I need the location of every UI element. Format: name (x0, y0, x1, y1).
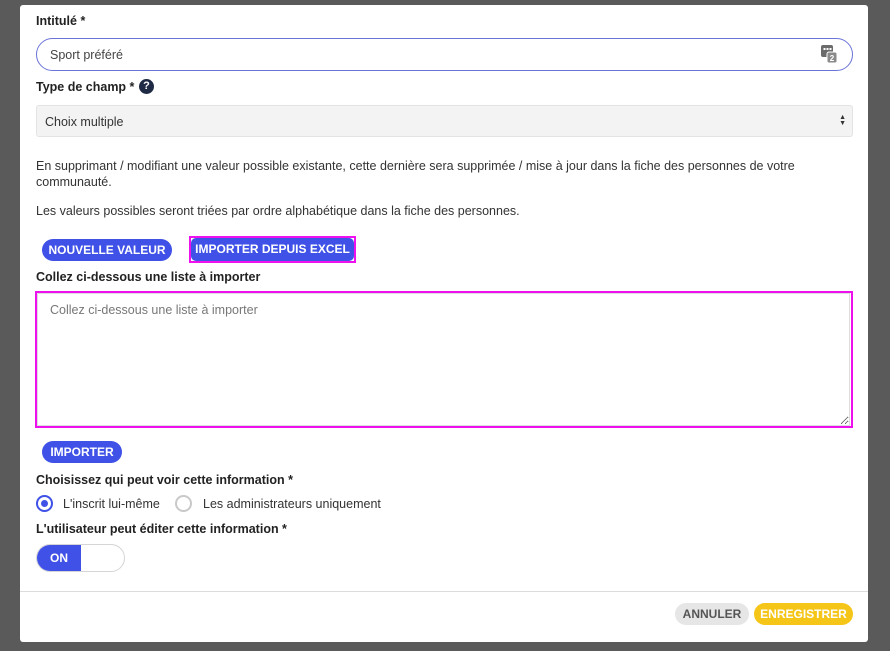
toggle-on-label: ON (37, 545, 81, 571)
radio-self-label[interactable]: L'inscrit lui-même (63, 497, 160, 511)
cancel-button[interactable]: ANNULER (675, 603, 749, 625)
field-type-label: Type de champ * (36, 80, 135, 94)
radio-admins-label[interactable]: Les administrateurs uniquement (203, 497, 381, 511)
footer-divider (20, 591, 868, 592)
import-button[interactable]: IMPORTER (42, 441, 122, 463)
field-type-selected: Choix multiple (45, 115, 124, 129)
visibility-label: Choisissez qui peut voir cette informati… (36, 473, 293, 487)
info-text-2: Les valeurs possibles seront triées par … (36, 204, 520, 218)
save-button[interactable]: ENREGISTRER (754, 603, 853, 625)
import-excel-button[interactable]: IMPORTER DEPUIS EXCEL (191, 238, 354, 261)
help-icon[interactable]: ? (139, 79, 154, 94)
new-value-button[interactable]: NOUVELLE VALEUR (42, 239, 172, 261)
radio-admins[interactable] (175, 495, 192, 512)
paste-list-label: Collez ci-dessous une liste à importer (36, 270, 261, 284)
info-text-1: En supprimant / modifiant une valeur pos… (36, 159, 795, 189)
edit-field-modal: Intitulé * 2 Type de champ * ? Choix mul… (20, 5, 868, 642)
select-arrows-icon: ▲ ▼ (839, 114, 846, 127)
editable-label: L'utilisateur peut éditer cette informat… (36, 522, 287, 536)
translate-icon[interactable]: 2 (821, 45, 837, 63)
title-input[interactable] (36, 38, 853, 71)
title-label: Intitulé * (36, 14, 86, 28)
field-type-select[interactable]: Choix multiple ▲ ▼ (36, 105, 853, 137)
svg-text:2: 2 (830, 54, 835, 63)
editable-toggle[interactable]: ON (36, 544, 125, 572)
radio-self[interactable] (36, 495, 53, 512)
paste-list-textarea[interactable] (37, 293, 850, 426)
